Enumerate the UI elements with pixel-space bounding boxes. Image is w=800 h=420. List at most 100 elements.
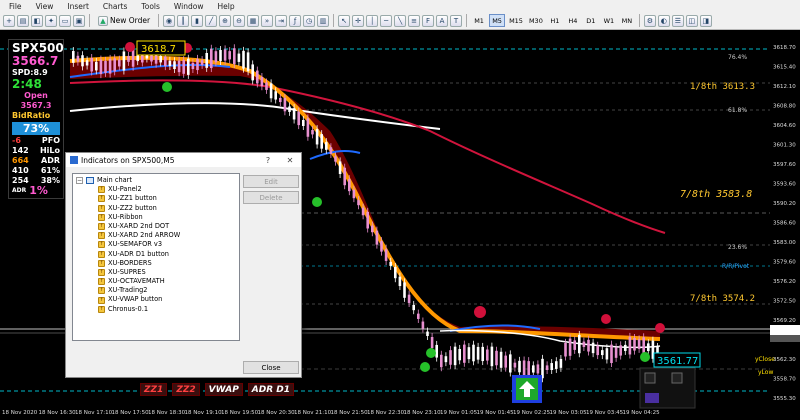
tree-root[interactable]: − Main chart [76,176,236,185]
market-watch-icon[interactable]: ◧ [31,14,43,27]
periods-icon[interactable]: ◷ [303,14,316,27]
menu-file[interactable]: File [2,2,29,11]
delete-button[interactable]: Delete [243,191,299,204]
tile-icon[interactable]: ▦ [247,14,260,27]
indicator-list-item[interactable]: f Chronus-0.1 [76,305,236,314]
autoscroll-icon[interactable]: » [261,14,274,27]
panel-pen-icon[interactable] [645,393,659,403]
candle-chart-icon[interactable]: ▮ [191,14,204,27]
zoom-out-icon[interactable]: ⊖ [233,14,246,27]
close-button[interactable]: Close [243,361,299,374]
text-icon[interactable]: A [436,14,449,27]
indicator-icon: f [98,241,105,249]
octave-label-1-8: 1/8th 3613.3 [690,82,755,92]
tf-w1[interactable]: W1 [601,14,617,27]
tf-m15[interactable]: M15 [507,14,525,27]
help-button[interactable]: ? [257,156,279,165]
indicator-list-item[interactable]: f XU-VWAP button [76,295,236,304]
extra-tool-icon[interactable]: ◨ [699,14,712,27]
candle-body [601,350,604,356]
new-chart-icon[interactable]: + [3,14,15,27]
price-axis-label: 3604.60 [773,123,796,129]
channel-icon[interactable]: ≡ [408,14,421,27]
indicator-list-item[interactable]: f XU-XARD 2nd DOT [76,222,236,231]
indicator-list-item[interactable]: f XU-Panel2 [76,185,236,194]
tf-d1[interactable]: D1 [583,14,599,27]
cursor-icon[interactable]: ↖ [338,14,351,27]
close-x-button[interactable]: ✕ [279,156,301,165]
candle-body [605,348,609,360]
tester-icon[interactable]: ▣ [73,14,85,27]
templates-icon[interactable]: ▥ [317,14,330,27]
autotrading-icon[interactable]: ◉ [163,14,176,27]
candle-body [311,130,314,135]
tf-m5[interactable]: M5 [489,14,506,27]
menu-view[interactable]: View [29,2,61,11]
tf-m30[interactable]: M30 [527,14,545,27]
candle-body [417,313,420,319]
indicator-icon: f [98,287,105,295]
indicator-list-item[interactable]: f XU-BORDERS [76,259,236,268]
crosshair-icon[interactable]: ✛ [352,14,365,27]
tf-h4[interactable]: H4 [565,14,581,27]
indicator-icon: f [98,213,105,221]
indicator-list-item[interactable]: f XU-SEMAFOR v3 [76,240,236,249]
candle-body [449,350,452,365]
extra-tool-icon[interactable]: ◐ [657,14,670,27]
indicator-list-item[interactable]: f XU-ZZ1 button [76,194,236,203]
panel-icon[interactable] [644,372,656,384]
candle-body [260,77,264,87]
zz2-button[interactable]: ZZ2 [172,383,200,396]
vertical-line-icon[interactable]: │ [366,14,379,27]
extra-tool-icon[interactable]: ☰ [671,14,684,27]
chart-shift-icon[interactable]: ⇥ [275,14,288,27]
menu-charts[interactable]: Charts [96,2,135,11]
time-axis-label: 19 Nov 04:25 [623,410,661,416]
price-axis-label: 3576.20 [773,279,796,285]
indicator-tree[interactable]: − Main chart f XU-Panel2 f XU-ZZ1 button f XU… [72,173,240,341]
vwap-button[interactable]: VWAP [204,383,243,396]
line-chart-icon[interactable]: ╱ [205,14,218,27]
edit-button[interactable]: Edit [243,175,299,188]
indicators-icon[interactable]: ƒ [289,14,302,27]
tf-m1[interactable]: M1 [471,14,487,27]
bar-chart-icon[interactable]: ┃ [177,14,190,27]
profiles-icon[interactable]: ▤ [17,14,29,27]
extra-tool-icon[interactable]: ⚙ [643,14,656,27]
indicator-list-item[interactable]: f XU-ZZ2 button [76,204,236,213]
panel-icon[interactable] [671,372,683,384]
dashboard-row: 410 61% [12,166,60,175]
indicator-list-item[interactable]: f XU-ADR D1 button [76,250,236,259]
extra-tool-icon[interactable]: ◫ [685,14,698,27]
adr-d1-button[interactable]: ADR D1 [247,383,295,396]
candle-body [536,364,540,374]
indicator-list-item[interactable]: f XU-OCTAVEMATH [76,277,236,286]
candle-body [591,342,595,354]
collapse-icon[interactable]: − [76,177,83,185]
menu-window[interactable]: Window [167,2,211,11]
indicator-list-item[interactable]: f XU-XARD 2nd ARROW [76,231,236,240]
fibonacci-icon[interactable]: F [422,14,435,27]
terminal-icon[interactable]: ▭ [59,14,71,27]
indicator-list-item[interactable]: f XU-Ribbon [76,213,236,222]
horizontal-line-icon[interactable]: ─ [380,14,393,27]
indicator-label: XU-ZZ1 button [108,194,157,203]
tf-mn[interactable]: MN [619,14,635,27]
label-icon[interactable]: T [450,14,463,27]
tf-h1[interactable]: H1 [547,14,563,27]
indicator-list-item[interactable]: f XU-SUPRES [76,268,236,277]
zz1-button[interactable]: ZZ1 [140,383,168,396]
navigator-icon[interactable]: ✦ [45,14,57,27]
candle-body [274,91,277,100]
menu-tools[interactable]: Tools [134,2,166,11]
time-axis-label: 18 Nov 16:30 [39,410,77,416]
zoom-in-icon[interactable]: ⊕ [219,14,232,27]
new-order-button[interactable]: ▲ New Order [94,14,154,28]
bidratio-value: 73% [12,122,60,135]
indicator-list-item[interactable]: f XU-Trading2 [76,286,236,295]
menu-insert[interactable]: Insert [60,2,96,11]
candle-body [366,211,369,229]
trendline-icon[interactable]: ╲ [394,14,407,27]
candle-body [476,346,480,360]
menu-help[interactable]: Help [210,2,241,11]
